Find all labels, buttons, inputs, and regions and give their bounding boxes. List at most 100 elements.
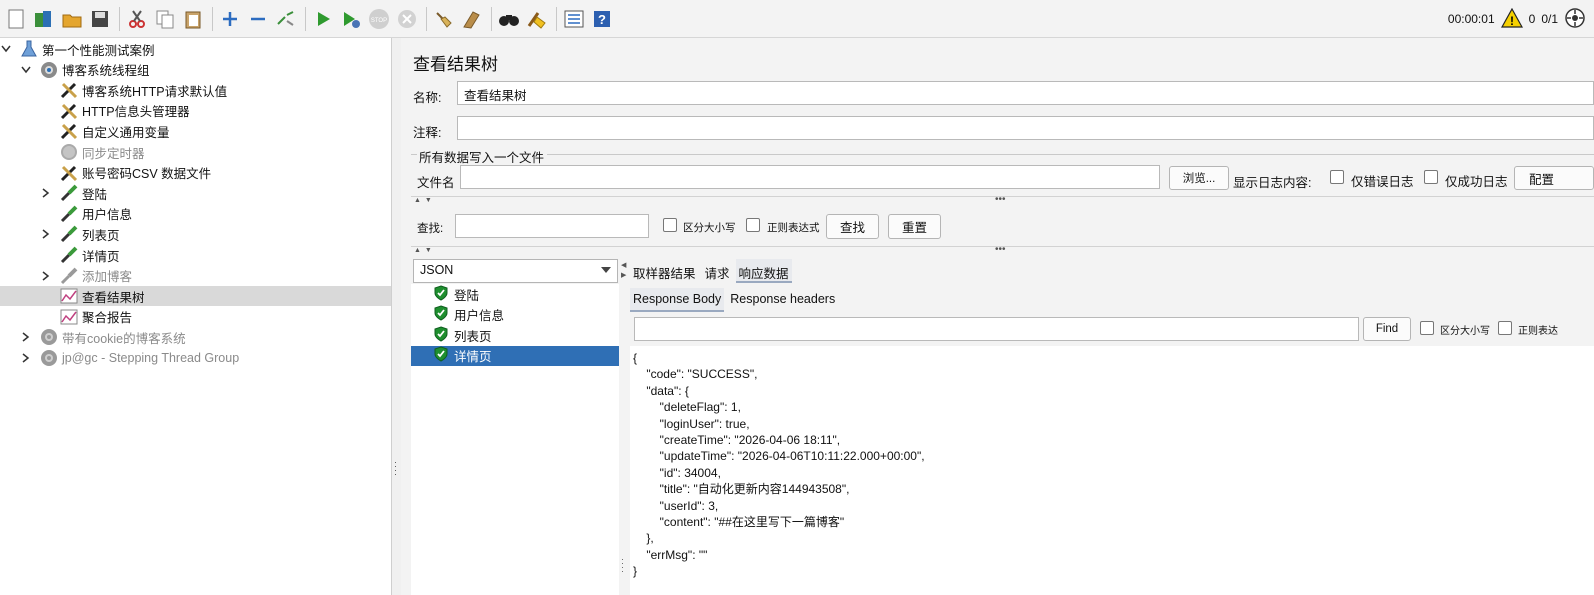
view-results-tree-panel: 查看结果树 名称: 查看结果树 注释: 所有数据写入一个文件 文件名 浏览...… [401, 38, 1594, 595]
chevron-right-icon[interactable] [20, 331, 32, 343]
chevron-down-icon[interactable] [20, 64, 32, 76]
result-item[interactable]: 详情页 [411, 345, 619, 366]
copy-icon[interactable] [152, 6, 178, 32]
svg-text:STOP: STOP [371, 18, 387, 24]
tree-item[interactable]: 自定义通用变量 [60, 121, 170, 141]
search-icon[interactable] [496, 6, 522, 32]
renderer-select[interactable]: JSON [413, 259, 618, 283]
expand-icon[interactable] [217, 6, 243, 32]
stop-icon[interactable]: STOP [366, 6, 392, 32]
tree-item[interactable]: 聚合报告 [60, 307, 132, 327]
tree-item[interactable]: 列表页 [42, 224, 120, 244]
response-case-checkbox[interactable] [1420, 321, 1434, 335]
result-item-label: 列表页 [454, 329, 492, 344]
tree-item[interactable]: jp@gc - Stepping Thread Group [22, 348, 239, 368]
shutdown-icon[interactable] [394, 6, 420, 32]
tree-item[interactable]: 带有cookie的博客系统 [22, 327, 186, 347]
open-icon[interactable] [59, 6, 85, 32]
result-item[interactable]: 登陆 [411, 284, 619, 304]
filename-field[interactable] [460, 165, 1160, 189]
collapse-right-icon[interactable]: ▶ [621, 271, 626, 279]
save-icon[interactable] [87, 6, 113, 32]
chevron-right-icon[interactable] [40, 228, 52, 240]
reset-button[interactable]: 重置 [888, 214, 941, 239]
fieldset-border [547, 154, 1594, 155]
tab-1[interactable]: 请求 [702, 259, 733, 283]
tree-item-label: 查看结果树 [82, 290, 145, 305]
comment-field[interactable] [457, 116, 1594, 140]
errors-only-checkbox[interactable] [1330, 170, 1344, 184]
response-tab-0[interactable]: Response Body [630, 288, 725, 312]
clear-all-icon[interactable] [459, 6, 485, 32]
chevron-down-icon[interactable] [601, 267, 611, 273]
tab-0[interactable]: 取样器结果 [630, 259, 699, 283]
start-no-timers-icon[interactable] [338, 6, 364, 32]
search-input[interactable] [455, 214, 649, 238]
tree-item[interactable]: 用户信息 [60, 204, 132, 224]
find-button[interactable]: 查找 [826, 214, 879, 239]
config-icon [60, 81, 78, 99]
success-only-checkbox[interactable] [1424, 170, 1438, 184]
collapse-arrows-icon[interactable]: ▲ ▼ [414, 197, 433, 204]
collapse-left-icon[interactable]: ◀ [621, 261, 626, 269]
log-content-label: 显示日志内容: [1233, 176, 1312, 190]
case-sensitive-checkbox[interactable] [663, 218, 677, 232]
warning-icon[interactable]: ! [1500, 7, 1523, 31]
tree-item[interactable]: 博客系统HTTP请求默认值 [60, 80, 227, 100]
clear-icon[interactable] [431, 6, 457, 32]
name-field[interactable]: 查看结果树 [457, 81, 1594, 105]
start-icon[interactable] [310, 6, 336, 32]
reset-search-icon[interactable] [524, 6, 550, 32]
remote-status-icon[interactable] [1564, 7, 1586, 32]
response-line: "content": "##在这里写下一篇博客" [633, 514, 845, 529]
tree-item[interactable]: 添加博客 [42, 266, 132, 286]
response-search-input[interactable] [634, 317, 1359, 341]
function-helper-icon[interactable] [561, 6, 587, 32]
splitter-grip[interactable]: · · · · [621, 555, 624, 576]
new-icon[interactable] [3, 6, 29, 32]
results-splitter[interactable]: ◀ ▶ · · · · [619, 257, 628, 595]
chevron-right-icon[interactable] [20, 352, 32, 364]
toolbar-icons: STOP ? [3, 5, 617, 33]
help-icon[interactable]: ? [589, 6, 615, 32]
tree-item[interactable]: 博客系统线程组 [21, 60, 150, 80]
response-find-button[interactable]: Find [1363, 317, 1411, 341]
divider-grip[interactable]: ••• [995, 244, 1006, 255]
toggle-icon[interactable] [273, 6, 299, 32]
divider-bar[interactable]: ▲ ▼ ••• [411, 194, 1594, 206]
tab-2[interactable]: 响应数据 [735, 259, 792, 283]
splitter-grip[interactable]: · · · · [394, 458, 397, 479]
configure-button[interactable]: 配置 [1514, 166, 1594, 190]
chevron-down-icon[interactable] [0, 43, 12, 55]
result-item[interactable]: 列表页 [411, 325, 619, 345]
response-regex-checkbox[interactable] [1498, 321, 1512, 335]
tree-item[interactable]: 登陆 [42, 183, 107, 203]
result-item[interactable]: 用户信息 [411, 305, 619, 325]
browse-button[interactable]: 浏览... [1169, 166, 1229, 190]
response-tab-1[interactable]: Response headers [727, 288, 838, 312]
success-shield-icon [434, 284, 448, 304]
tree-item[interactable]: HTTP信息头管理器 [60, 101, 190, 121]
tree-item[interactable]: 查看结果树 [0, 286, 391, 307]
regex-checkbox[interactable] [746, 218, 760, 232]
cut-icon[interactable] [124, 6, 150, 32]
response-body[interactable]: { "code": "SUCCESS", "data": { "deleteFl… [630, 346, 1594, 595]
response-regex-label: 正则表达 [1518, 326, 1558, 337]
errors-only-label: 仅错误日志 [1351, 175, 1414, 189]
success-shield-icon [434, 305, 448, 324]
tree-item[interactable]: 账号密码CSV 数据文件 [60, 163, 211, 183]
divider-grip[interactable]: ••• [995, 194, 1006, 205]
tree-item[interactable]: 详情页 [60, 245, 120, 265]
tree-item[interactable]: 同步定时器 [60, 142, 145, 162]
templates-icon[interactable] [31, 6, 57, 32]
tree-item[interactable]: 第一个性能测试案例 [1, 39, 155, 59]
chevron-right-icon[interactable] [40, 270, 52, 282]
chevron-right-icon[interactable] [40, 187, 52, 199]
main-splitter[interactable]: · · · · [392, 38, 401, 595]
success-shield-icon [434, 346, 448, 365]
paste-icon[interactable] [180, 6, 206, 32]
comment-label: 注释: [413, 126, 442, 140]
collapse-arrows-icon[interactable]: ▲ ▼ [414, 247, 433, 254]
divider-bar[interactable]: ▲ ▼ ••• [411, 244, 1594, 256]
collapse-icon[interactable] [245, 6, 271, 32]
